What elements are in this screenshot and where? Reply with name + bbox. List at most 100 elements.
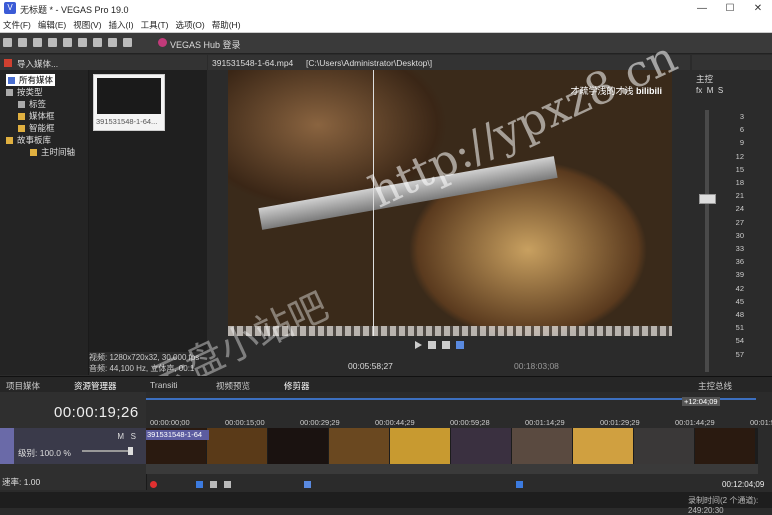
menu-edit[interactable]: 编辑(E): [35, 17, 70, 31]
open-icon[interactable]: [18, 38, 27, 47]
tree-item-media-bins[interactable]: 媒体框: [18, 110, 55, 122]
tree-item-by-type[interactable]: 按类型: [6, 86, 43, 98]
undo-icon[interactable]: [108, 38, 117, 47]
settings-icon[interactable]: [63, 38, 72, 47]
menu-file[interactable]: 文件(F): [0, 17, 35, 31]
minimize-button[interactable]: —: [688, 0, 716, 17]
end-marker-label: +12:04;09: [682, 397, 720, 406]
master-mute-button[interactable]: M: [707, 86, 714, 95]
folder-icon: [18, 113, 25, 120]
preview-cursor-time: 00:05:58;27: [348, 361, 393, 371]
timeline-ruler[interactable]: 00:00:00;00 00:00:15;00 00:00:29;29 00:00:4…: [146, 392, 772, 428]
ruler-label: 00:01:59;: [750, 418, 772, 427]
stop-icon[interactable]: [442, 341, 450, 349]
tab-project-media[interactable]: 项目媒体: [6, 380, 40, 392]
folder-icon: [6, 137, 13, 144]
track-level-knob[interactable]: [128, 447, 133, 455]
new-project-icon[interactable]: [3, 38, 12, 47]
vegas-hub-login[interactable]: VEGAS Hub 登录: [170, 38, 241, 51]
render-icon[interactable]: [48, 38, 57, 47]
timeline-transport: [146, 478, 772, 492]
preview-cursor-line: [373, 70, 374, 336]
preview-file-path: [C:\Users\Administrator\Desktop\]: [306, 58, 433, 68]
master-fader[interactable]: [699, 194, 716, 204]
master-scale: 3 6 9 12 15 18 21 24 27 30 33 36 39 42 45 48 51 54 57: [726, 112, 748, 374]
master-scale-label: 54: [735, 336, 744, 346]
clip-frame: [390, 428, 450, 464]
import-icon[interactable]: [4, 59, 12, 67]
maximize-button[interactable]: ☐: [716, 0, 744, 17]
ruler-label: 00:00:29;29: [300, 418, 340, 427]
media-thumbnail[interactable]: 391531548-1-64...: [93, 74, 165, 131]
cut-icon[interactable]: [78, 38, 87, 47]
ruler-label: 00:01:29;29: [600, 418, 640, 427]
menu-tools[interactable]: 工具(T): [138, 17, 173, 31]
tree-item-storyboard[interactable]: 故事板库: [6, 134, 51, 146]
master-scale-label: 42: [735, 283, 744, 293]
media-tree: 所有媒体 按类型 标签 媒体框 智能框 故事板库 主时间轴: [0, 70, 89, 375]
master-meter: [705, 110, 709, 372]
menu-options[interactable]: 选项(O): [172, 17, 208, 31]
master-title: 主控: [696, 74, 714, 84]
timeline-scrollbar[interactable]: [146, 464, 758, 474]
master-scale-label: 6: [739, 125, 744, 135]
tab-video-preview[interactable]: 视频预览: [216, 380, 250, 392]
menu-help[interactable]: 帮助(H): [209, 17, 245, 31]
clip-frame: [268, 428, 328, 464]
tree-item-tags[interactable]: 标签: [18, 98, 46, 110]
menu-view[interactable]: 视图(V): [70, 17, 105, 31]
loop-icon[interactable]: [456, 341, 464, 349]
media-thumbnails: 391531548-1-64...: [89, 70, 207, 352]
tree-item-smart-bins[interactable]: 智能框: [18, 122, 55, 134]
master-scale-label: 15: [735, 164, 744, 174]
import-media-button[interactable]: 导入媒体...: [17, 58, 58, 70]
explorer-toolbar: 导入媒体...: [0, 55, 207, 70]
master-scale-label: 18: [735, 178, 744, 187]
master-scale-label: 48: [735, 310, 744, 319]
record-icon[interactable]: [150, 481, 157, 488]
tree-item-all-media[interactable]: 所有媒体: [6, 74, 56, 86]
clip-frame: [329, 428, 389, 464]
loop-region-bar[interactable]: [146, 398, 756, 400]
save-icon[interactable]: [33, 38, 42, 47]
clip-frame: [573, 428, 633, 464]
master-fx-button[interactable]: fx: [696, 86, 702, 95]
ruler-label: 00:01:14;29: [525, 418, 565, 427]
master-scale-label: 45: [735, 296, 744, 306]
edit-tool-icon[interactable]: [304, 481, 311, 488]
pause-icon[interactable]: [210, 481, 217, 488]
vegas-hub-icon: [158, 38, 167, 47]
thumbnail-image: [97, 78, 161, 114]
master-scale-label: 39: [735, 270, 744, 280]
stop-icon[interactable]: [224, 481, 231, 488]
master-solo-button[interactable]: S: [718, 86, 723, 95]
play-icon[interactable]: [415, 341, 422, 349]
ruler-label: 00:00:59;28: [450, 418, 490, 427]
snap-icon[interactable]: [516, 481, 523, 488]
preview-total-time: 00:18:03;08: [514, 361, 559, 371]
redo-icon[interactable]: [123, 38, 132, 47]
copy-icon[interactable]: [93, 38, 102, 47]
tab-trimmer[interactable]: 修剪器: [284, 380, 310, 392]
master-scale-label: 21: [735, 191, 744, 201]
record-time: 录制时间(2 个通道): 249:20:30: [688, 496, 759, 515]
window-title: 无标题 * - VEGAS Pro 19.0: [20, 5, 129, 15]
clip-name: 391531548-1-64: [146, 430, 209, 440]
play-icon[interactable]: [196, 481, 203, 488]
tab-master-bus[interactable]: 主控总线: [698, 380, 732, 392]
track-level-slider[interactable]: [82, 450, 132, 452]
master-scale-label: 36: [735, 257, 744, 267]
track-header[interactable]: M S 级别: 100.0 %: [0, 428, 146, 464]
ruler-label: 00:00:00;00: [150, 418, 190, 427]
playback-rate: 速率: 1.00: [2, 477, 41, 487]
preview-status: 00:05:58;27 00:18:03;08: [208, 358, 690, 374]
tab-explorer[interactable]: 资源管理器: [74, 380, 117, 392]
timeline-timecode: 00:00:19;26: [54, 404, 139, 421]
close-button[interactable]: ✕: [744, 0, 772, 17]
tab-transitions[interactable]: Transiti: [150, 380, 178, 390]
track-mute-solo[interactable]: M S: [117, 432, 136, 441]
video-clip[interactable]: [146, 428, 758, 464]
tree-item-main-timeline[interactable]: 主时间轴: [30, 146, 75, 158]
pause-icon[interactable]: [428, 341, 436, 349]
menu-insert[interactable]: 插入(I): [106, 17, 138, 31]
